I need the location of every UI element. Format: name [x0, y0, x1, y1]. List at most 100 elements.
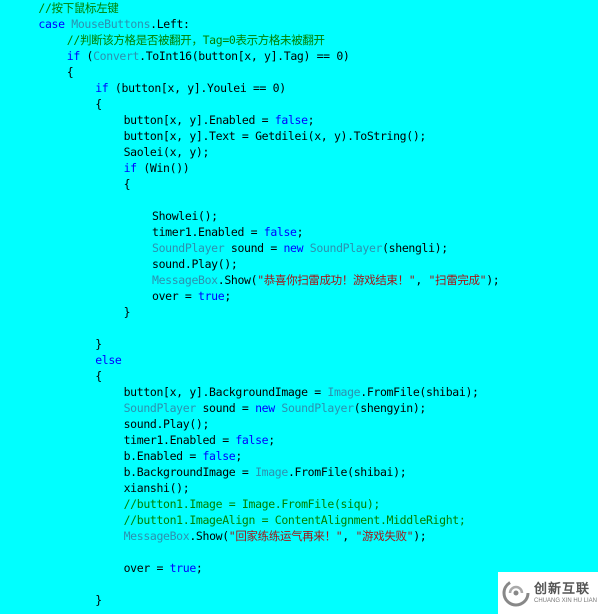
code-token: "扫雷完成"	[428, 273, 487, 287]
code-token: (	[79, 49, 94, 63]
code-token: .FromFile(shibai);	[360, 385, 479, 399]
code-token: ,	[415, 273, 429, 287]
code-token: if	[66, 49, 81, 63]
code-line: {	[95, 368, 102, 384]
code-token: b.BackgroundImage =	[123, 465, 256, 479]
code-token: if	[95, 81, 109, 95]
code-token: "回家练练运气再来！"	[228, 529, 343, 543]
code-line: if (Convert.ToInt16(button[x, y].Tag) ==…	[67, 48, 350, 64]
code-token: xianshi();	[123, 481, 190, 495]
code-token: true	[198, 289, 225, 303]
code-token: ;	[195, 561, 203, 575]
code-token: b.Enabled =	[123, 449, 203, 463]
code-line: if (button[x, y].Youlei == 0)	[95, 80, 286, 96]
code-token: "游戏失败"	[355, 529, 414, 543]
code-line: sound.Play();	[123, 416, 210, 432]
code-token: );	[486, 273, 500, 287]
code-line: {	[95, 96, 102, 112]
code-line: timer1.Enabled = false;	[152, 224, 304, 240]
code-token: new	[255, 401, 282, 415]
code-line: //判断该方格是否被翻开，Tag=0表示方格未被翻开	[67, 32, 325, 48]
code-line: MessageBox.Show("恭喜你扫雷成功！游戏结束！", "扫雷完成")…	[152, 272, 500, 288]
code-token: //按下鼠标左键	[38, 1, 119, 15]
code-line: else	[95, 352, 122, 368]
code-token: false	[263, 225, 297, 239]
code-token: MessageBox	[123, 529, 190, 543]
code-line: }	[124, 304, 131, 320]
code-token: MouseButtons	[71, 17, 151, 31]
code-token: over =	[152, 289, 199, 303]
code-token: );	[413, 529, 427, 543]
code-token: else	[95, 353, 122, 367]
code-line: b.BackgroundImage = Image.FromFile(shiba…	[124, 464, 407, 480]
code-line: }	[95, 592, 102, 608]
code-token: sound.Play();	[152, 257, 238, 271]
swirl-logo-icon	[502, 579, 530, 607]
code-line: sound.Play();	[152, 256, 238, 272]
code-token: ;	[296, 225, 304, 239]
code-token: SoundPlayer	[281, 401, 354, 415]
code-line: timer1.Enabled = false;	[123, 432, 276, 448]
code-token: ;	[307, 113, 315, 127]
code-line: button[x, y].Text = Getdilei(x, y).ToStr…	[123, 128, 427, 144]
code-token: .FromFile(shibai);	[287, 465, 407, 479]
code-token: button[x, y].Enabled =	[123, 113, 275, 127]
code-token: new	[283, 241, 310, 255]
code-line: b.Enabled = false;	[123, 448, 243, 464]
code-token: Convert	[93, 49, 140, 63]
code-line: button[x, y].BackgroundImage = Image.Fro…	[124, 384, 479, 400]
watermark: 创新互联 CHUANG XIN HU LIAN	[498, 572, 598, 614]
code-token: (shengli);	[382, 241, 448, 255]
code-line: if (Win())	[124, 160, 190, 176]
code-line: {	[124, 176, 131, 192]
code-line: {	[67, 64, 74, 80]
code-line: case MouseButtons.Left:	[38, 16, 190, 32]
code-token: true	[169, 561, 197, 575]
code-token: .Show(	[189, 529, 229, 543]
code-token: "恭喜你扫雷成功！游戏结束！"	[257, 273, 416, 287]
code-token: SoundPlayer	[123, 401, 197, 415]
code-token: Showlei();	[152, 209, 218, 223]
code-line: Showlei();	[152, 208, 218, 224]
code-token: .ToInt16(button[x, y].Tag) == 0)	[139, 49, 350, 63]
code-token: sound.Play();	[123, 417, 210, 431]
code-token: false	[274, 113, 308, 127]
code-token: .Left:	[150, 17, 190, 31]
code-line: over = true;	[124, 560, 203, 576]
code-token: }	[95, 337, 102, 351]
code-token: SoundPlayer	[152, 241, 225, 255]
code-token: Image	[255, 465, 288, 479]
code-token: timer1.Enabled =	[152, 225, 264, 239]
code-token: //button1.ImageAlign = ContentAlignment.…	[123, 513, 466, 527]
code-line: SoundPlayer sound = new SoundPlayer(shen…	[152, 240, 448, 256]
code-token: ;	[268, 433, 275, 447]
code-editor[interactable]: //按下鼠标左键 case MouseButtons.Left://判断该方格是否…	[0, 0, 598, 614]
code-token: button[x, y].BackgroundImage =	[123, 385, 328, 399]
watermark-brand-cn: 创新互联	[534, 581, 591, 597]
code-token: ,	[342, 529, 356, 543]
code-line: xianshi();	[124, 480, 190, 496]
code-line: Saolei(x, y);	[124, 144, 210, 160]
code-token: .Show(	[217, 273, 258, 287]
code-token: (Win())	[136, 161, 190, 175]
code-token: (shengyin);	[353, 401, 427, 415]
code-token: SoundPlayer	[309, 241, 383, 255]
code-token: {	[123, 177, 131, 191]
watermark-brand-en: CHUANG XIN HU LIAN	[534, 597, 598, 604]
code-token: button[x, y].Text = Getdilei(x, y).ToStr…	[123, 129, 427, 143]
code-token: false	[235, 433, 269, 447]
code-token: timer1.Enabled =	[123, 433, 236, 447]
code-token: false	[202, 449, 236, 463]
code-token: {	[95, 369, 102, 383]
code-token: ;	[224, 289, 231, 303]
code-token: over =	[123, 561, 170, 575]
code-line: button[x, y].Enabled = false;	[124, 112, 315, 128]
code-line: over = true;	[152, 288, 231, 304]
code-token: Image	[327, 385, 361, 399]
code-token: (button[x, y].Youlei == 0)	[108, 81, 286, 95]
code-token: {	[66, 65, 74, 79]
code-token: sound =	[224, 241, 284, 255]
code-token: }	[123, 305, 131, 319]
code-line: //button1.ImageAlign = ContentAlignment.…	[124, 512, 466, 528]
code-token: //button1.Image = Image.FromFile(siqu);	[123, 497, 381, 511]
